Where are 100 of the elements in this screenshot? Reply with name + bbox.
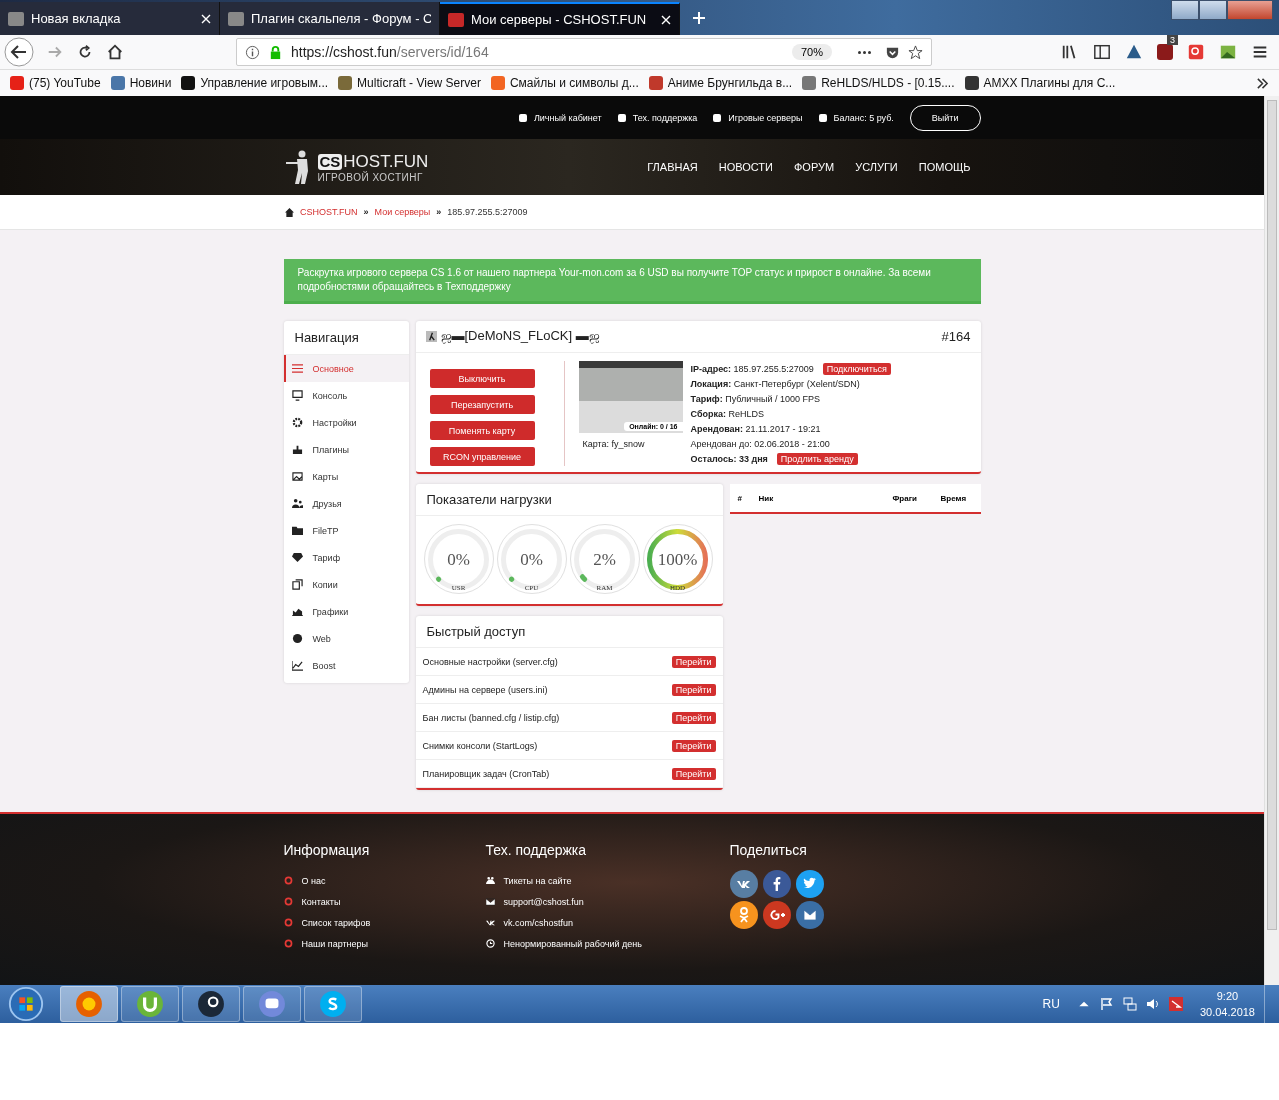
footer-link[interactable]: Тикеты на сайте xyxy=(503,875,572,886)
game-icon xyxy=(425,331,437,342)
start-button[interactable] xyxy=(6,985,46,1023)
server-action-button[interactable]: Поменять карту xyxy=(429,421,535,440)
action-button[interactable]: Подключиться xyxy=(822,362,891,375)
maximize-button[interactable] xyxy=(1199,0,1227,20)
scroll-thumb[interactable] xyxy=(1267,100,1277,930)
nav-item[interactable]: Консоль xyxy=(283,382,409,409)
vk-icon[interactable] xyxy=(729,870,758,898)
scrollbar[interactable] xyxy=(1264,96,1279,985)
server-action-button[interactable]: Перезапустить xyxy=(429,395,535,414)
nav-item[interactable]: Карты xyxy=(283,463,409,490)
menu-link[interactable]: ПОМОЩЬ xyxy=(918,161,971,173)
bookmark-link[interactable]: Аниме Брунгильда в... xyxy=(648,76,793,90)
footer-link[interactable]: О нас xyxy=(301,875,326,886)
facebook-icon[interactable] xyxy=(762,870,791,898)
server-detail: Сборка: ReHLDS xyxy=(690,408,764,419)
close-icon[interactable] xyxy=(661,14,671,25)
bookmark-link[interactable]: Управление игровым... xyxy=(181,76,329,90)
info-icon[interactable] xyxy=(245,44,260,60)
taskbar-app-button[interactable] xyxy=(182,986,240,1022)
star-icon[interactable] xyxy=(908,44,923,60)
bookmark-link[interactable]: Смайлы и символы д... xyxy=(490,76,639,90)
taskbar-app-button[interactable] xyxy=(121,986,179,1022)
quick-access-item: Основные настройки (server.cfg) xyxy=(422,656,558,667)
header-link[interactable]: Игровые серверы xyxy=(713,112,803,123)
home-icon[interactable] xyxy=(106,43,124,61)
footer-link[interactable]: Контакты xyxy=(301,896,341,907)
twitter-icon[interactable] xyxy=(795,870,824,898)
bookmark-link[interactable]: Новини xyxy=(110,76,172,90)
zoom-badge[interactable]: 70% xyxy=(791,44,832,60)
google-plus-icon[interactable] xyxy=(762,901,791,929)
breadcrumb-link[interactable]: Мои серверы xyxy=(374,207,431,217)
taskbar-app-button[interactable] xyxy=(304,986,362,1022)
footer-link[interactable]: Наши партнеры xyxy=(301,938,368,949)
server-action-button[interactable]: RCON управление xyxy=(429,447,535,466)
bookmark-link[interactable]: AMXX Плагины для C... xyxy=(964,76,1116,90)
header-link[interactable]: Личный кабинет xyxy=(518,112,602,123)
menu-link[interactable]: УСЛУГИ xyxy=(855,161,898,173)
image-icon[interactable] xyxy=(1219,43,1237,61)
breadcrumb-link[interactable]: CSHOST.FUN xyxy=(300,207,358,217)
back-icon[interactable] xyxy=(4,37,34,67)
nav-item[interactable]: Тариф xyxy=(283,544,409,571)
nav-item[interactable]: Графики xyxy=(283,598,409,625)
language-indicator[interactable]: RU xyxy=(1042,997,1060,1011)
skype-icon xyxy=(319,990,347,1018)
footer-link[interactable]: Список тарифов xyxy=(301,917,371,928)
bookmark-link[interactable]: (75) YouTube xyxy=(10,76,101,90)
clock-date[interactable]: 30.04.2018 xyxy=(1199,1004,1255,1020)
go-button[interactable]: Перейти xyxy=(671,739,716,752)
browser-tab[interactable]: Новая вкладка xyxy=(0,2,220,35)
footer-heading: Тех. поддержка xyxy=(485,842,588,858)
nav-item[interactable]: Boost xyxy=(283,652,409,679)
nav-item[interactable]: Основное xyxy=(283,355,409,382)
taskbar-app-button[interactable] xyxy=(243,986,301,1022)
triangle-icon[interactable] xyxy=(1125,43,1143,61)
footer-link[interactable]: support@cshost.fun xyxy=(503,896,584,907)
server-detail: Локация: Санкт-Петербург (Xelent/SDN) xyxy=(690,378,860,389)
speaker-icon[interactable] xyxy=(1145,997,1160,1011)
flag-icon[interactable] xyxy=(1099,997,1114,1011)
menu-link[interactable]: ГЛАВНАЯ xyxy=(647,161,698,173)
go-button[interactable]: Перейти xyxy=(671,655,716,668)
clock-time[interactable]: 9:20 xyxy=(1216,988,1239,1004)
header-link[interactable]: Баланс: 5 руб. xyxy=(818,112,894,123)
plus-icon[interactable] xyxy=(692,11,706,25)
quick-access-item: Планировщик задач (CronTab) xyxy=(422,768,550,779)
sidebar-icon[interactable] xyxy=(1093,43,1111,61)
close-button[interactable] xyxy=(1227,0,1273,20)
menu-link[interactable]: ФОРУМ xyxy=(793,161,835,173)
menu-link[interactable]: НОВОСТИ xyxy=(718,161,773,173)
nav-item[interactable]: Друзья xyxy=(283,490,409,517)
tray-app-icon[interactable] xyxy=(1168,997,1183,1011)
close-icon[interactable] xyxy=(201,13,211,24)
nav-item[interactable]: Web xyxy=(283,625,409,652)
nav-item[interactable]: Копии xyxy=(283,571,409,598)
mail-icon[interactable] xyxy=(795,901,824,929)
go-button[interactable]: Перейти xyxy=(671,767,716,780)
bookmark-link[interactable]: Multicraft - View Server xyxy=(338,76,481,90)
go-button[interactable]: Перейти xyxy=(671,711,716,724)
server-action-button[interactable]: Выключить xyxy=(429,369,535,388)
footer-link[interactable]: vk.com/cshostfun xyxy=(503,917,574,928)
logo-mark: CS xyxy=(317,153,343,170)
column-header: # xyxy=(737,493,743,503)
chevron-icon[interactable] xyxy=(1256,76,1269,90)
more-icon[interactable] xyxy=(858,50,871,54)
bookmark-link[interactable]: ReHLDS/HLDS - [0.15.... xyxy=(802,76,955,90)
address-field[interactable]: https://cshost.fun/servers/id/164 70% xyxy=(236,38,932,66)
server-id: #164 xyxy=(941,329,971,344)
nav-item[interactable]: Плагины xyxy=(283,436,409,463)
breadcrumb-separator: » xyxy=(363,207,369,217)
go-button[interactable]: Перейти xyxy=(671,683,716,696)
odnoklassniki-icon[interactable] xyxy=(729,901,758,929)
nav-item[interactable]: FileTP xyxy=(283,517,409,544)
column-header: Фраги xyxy=(892,493,918,503)
browser-tab[interactable]: Мои серверы - CSHOST.FUN xyxy=(440,2,680,35)
minimize-button[interactable] xyxy=(1171,0,1199,20)
action-button[interactable]: Продлить аренду xyxy=(776,452,858,465)
header-link[interactable]: Тех. поддержка xyxy=(617,112,698,123)
nav-item[interactable]: Настройки xyxy=(283,409,409,436)
network-icon[interactable] xyxy=(1122,997,1137,1011)
